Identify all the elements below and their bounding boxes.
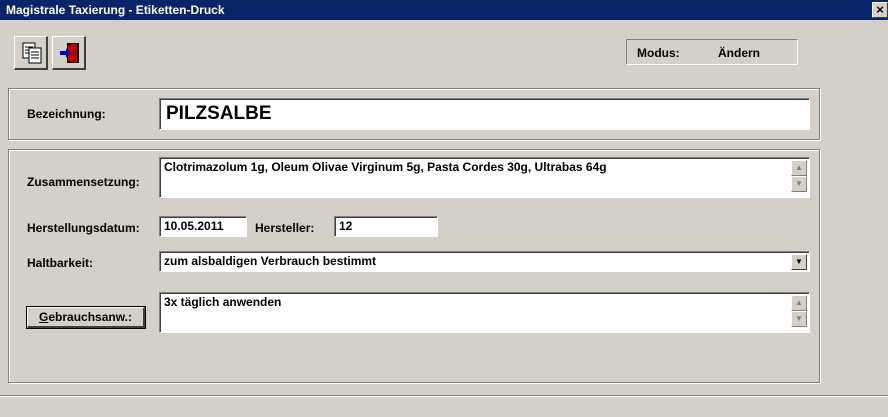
gebrauchsanweisung-text: 3x täglich anwenden — [164, 295, 282, 309]
herstellungsdatum-label: Herstellungsdatum: — [27, 221, 140, 235]
scroll-down-button[interactable]: ▼ — [791, 176, 807, 192]
gebrauchsanweisung-field[interactable]: 3x täglich anwenden ▲ ▼ — [159, 292, 810, 333]
haltbarkeit-value: zum alsbaldigen Verbrauch bestimmt — [164, 254, 377, 268]
gebrauchsanweisung-scrollbar[interactable]: ▲ ▼ — [791, 295, 807, 327]
gebrauchsanweisung-button[interactable]: Gebrauchsanw.: — [27, 307, 145, 328]
bezeichnung-group: Bezeichnung: PILZSALBE — [8, 88, 820, 140]
scroll-up-button[interactable]: ▲ — [791, 295, 807, 311]
title-bar: Magistrale Taxierung - Etiketten-Druck × — [0, 0, 888, 20]
herstellungsdatum-field[interactable]: 10.05.2011 — [159, 216, 247, 237]
bezeichnung-field[interactable]: PILZSALBE — [159, 98, 810, 130]
copy-document-button[interactable] — [14, 36, 48, 70]
exit-button[interactable] — [52, 36, 86, 70]
window-title: Magistrale Taxierung - Etiketten-Druck — [6, 3, 225, 17]
zusammensetzung-field[interactable]: Clotrimazolum 1g, Oleum Olivae Virginum … — [159, 157, 810, 198]
gebrauchsanweisung-mnemonic: G — [39, 310, 49, 324]
chevron-down-icon[interactable]: ▼ — [791, 254, 807, 270]
mode-status: Modus: Ändern — [626, 39, 798, 65]
mode-label: Modus: — [637, 46, 680, 60]
zusammensetzung-label: Zusammensetzung: — [27, 175, 140, 189]
mode-value: Ändern — [718, 46, 760, 60]
bottom-panel — [0, 395, 888, 417]
scroll-down-button[interactable]: ▼ — [791, 311, 807, 327]
zusammensetzung-text: Clotrimazolum 1g, Oleum Olivae Virginum … — [164, 160, 607, 174]
haltbarkeit-label: Haltbarkeit: — [27, 256, 94, 270]
details-group: Zusammensetzung: Clotrimazolum 1g, Oleum… — [8, 149, 820, 383]
bezeichnung-label: Bezeichnung: — [27, 107, 106, 121]
zusammensetzung-scrollbar[interactable]: ▲ ▼ — [791, 160, 807, 192]
document-copy-icon — [22, 42, 42, 64]
gebrauchsanweisung-button-label: ebrauchsanw.: — [48, 310, 132, 324]
hersteller-field[interactable]: 12 — [334, 216, 438, 237]
hersteller-label: Hersteller: — [255, 221, 315, 235]
haltbarkeit-select[interactable]: zum alsbaldigen Verbrauch bestimmt ▼ — [159, 251, 810, 272]
close-button[interactable]: × — [872, 2, 888, 18]
exit-door-icon — [60, 43, 79, 63]
scroll-up-button[interactable]: ▲ — [791, 160, 807, 176]
